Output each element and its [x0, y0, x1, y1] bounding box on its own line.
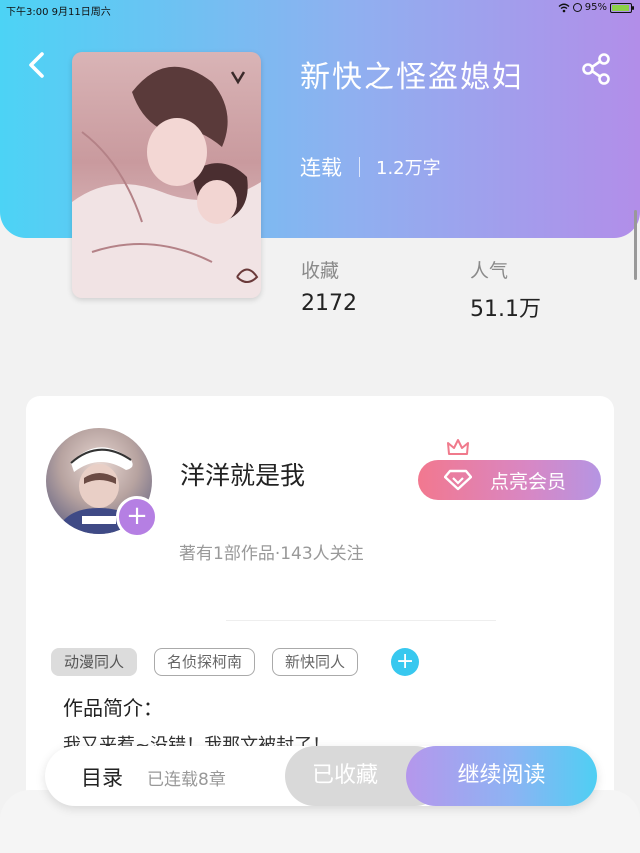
vip-label: 点亮会员 — [490, 470, 567, 493]
back-arrow-icon[interactable] — [24, 50, 50, 80]
book-title: 新快之怪盗媳妇 — [300, 60, 524, 95]
author-name[interactable]: 洋洋就是我 — [180, 456, 305, 492]
intro-title: 作品简介： — [63, 696, 163, 720]
add-tag-button[interactable]: + — [391, 648, 420, 676]
follow-button[interactable]: + — [116, 496, 158, 538]
battery-icon — [610, 2, 634, 13]
tag-list: 动漫同人 名侦探柯南 新快同人 + — [51, 648, 420, 676]
status-bar: 下午3:00 9月11日周六 95% — [0, 0, 640, 18]
favorites-label: 收藏 — [301, 260, 340, 282]
wifi-icon — [558, 3, 570, 12]
tag-item[interactable]: 动漫同人 — [51, 648, 138, 676]
serial-status: 连载 — [300, 156, 342, 180]
continue-reading-button[interactable]: 继续阅读 — [406, 746, 597, 806]
vip-button[interactable]: 点亮会员 — [418, 460, 601, 500]
favorites-count: 2172 — [301, 291, 357, 316]
tag-item[interactable]: 新快同人 — [272, 648, 359, 676]
status-time: 下午3:00 9月11日周六 — [6, 7, 111, 18]
popularity-label: 人气 — [470, 260, 509, 282]
card-divider — [226, 620, 496, 621]
favorites-stat: 收藏 2172 — [301, 256, 357, 316]
author-meta: 著有1部作品·143人关注 — [179, 544, 364, 564]
status-icons: 95% — [558, 2, 634, 13]
book-meta: 连载 1.2万字 — [300, 152, 441, 182]
tag-item[interactable]: 名侦探柯南 — [154, 648, 256, 676]
scrollbar[interactable] — [634, 210, 637, 280]
battery-percent: 95% — [584, 2, 607, 13]
diamond-icon — [444, 469, 472, 491]
alarm-icon — [572, 3, 582, 12]
cover-illustration — [72, 66, 261, 298]
chapter-count: 已连载8章 — [147, 770, 226, 790]
popularity-count: 51.1万 — [470, 297, 541, 322]
catalog-button[interactable]: 目录 — [81, 762, 123, 792]
share-icon[interactable] — [580, 52, 614, 86]
meta-divider — [359, 157, 360, 177]
crown-icon — [447, 439, 469, 455]
book-cover[interactable] — [72, 52, 261, 298]
popularity-stat: 人气 51.1万 — [470, 256, 541, 323]
word-count: 1.2万字 — [376, 158, 441, 179]
